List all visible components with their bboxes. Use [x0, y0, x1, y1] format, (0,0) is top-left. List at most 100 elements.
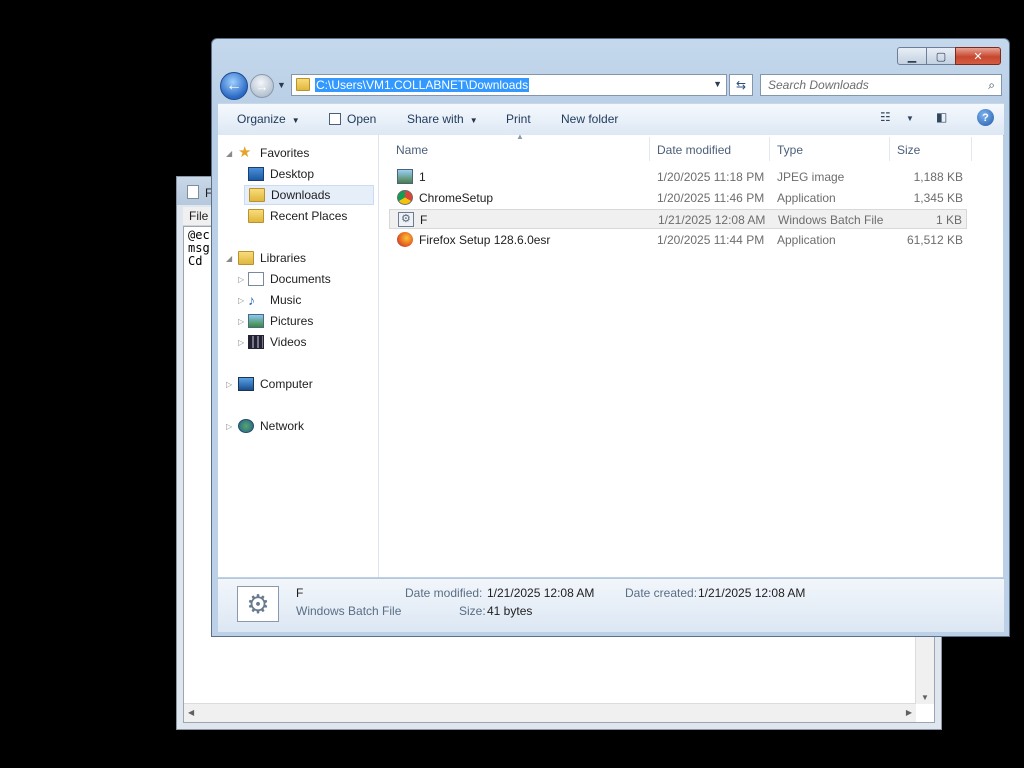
chrome-icon — [397, 190, 413, 205]
file-row[interactable]: 1 1/20/2025 11:18 PM JPEG image 1,188 KB — [389, 167, 967, 187]
chevron-down-icon: ▼ — [469, 116, 478, 125]
minimize-button[interactable]: ▁ — [897, 47, 927, 65]
column-header-size[interactable]: Size — [897, 143, 920, 157]
search-icon[interactable]: ⌕ — [988, 78, 995, 93]
new-folder-label: New folder — [561, 112, 619, 126]
share-with-button[interactable]: Share with ▼ — [407, 112, 478, 126]
nav-music[interactable]: ♪ Music — [248, 290, 301, 310]
column-divider[interactable] — [971, 137, 972, 161]
file-size: 1,188 KB — [913, 170, 963, 184]
details-file-name: F — [296, 586, 304, 600]
nav-desktop[interactable]: Desktop — [248, 164, 314, 184]
close-icon: ✕ — [973, 50, 983, 63]
change-view-icon[interactable]: ☷ — [880, 110, 891, 124]
file-size: 61,512 KB — [906, 233, 963, 247]
column-divider[interactable] — [769, 137, 770, 161]
file-name: ChromeSetup — [419, 191, 494, 205]
close-button[interactable]: ✕ — [955, 47, 1001, 65]
nav-computer[interactable]: Computer — [238, 374, 313, 394]
navigation-pane[interactable]: ◢ ★ Favorites Desktop Downloads Recent Pl… — [218, 135, 379, 577]
pictures-icon — [248, 314, 264, 328]
batch-file-thumbnail-icon: ⚙ — [237, 586, 279, 622]
desktop-icon — [248, 167, 264, 181]
notepad-horizontal-scrollbar[interactable]: ◀ ▶ — [184, 703, 916, 722]
collapse-favorites-icon[interactable]: ◢ — [226, 149, 232, 158]
sort-ascending-icon: ▲ — [516, 132, 524, 141]
address-bar[interactable]: C:\Users\VM1.COLLABNET\Downloads ▼ — [291, 74, 727, 96]
forward-button[interactable]: → — [250, 74, 274, 98]
file-type: Application — [777, 191, 836, 205]
file-date-modified: 1/20/2025 11:46 PM — [657, 191, 765, 205]
nav-favorites-label: Favorites — [260, 146, 310, 160]
file-name: Firefox Setup 128.6.0esr — [419, 233, 551, 247]
share-with-label: Share with — [407, 112, 464, 126]
batch-file-icon — [398, 212, 414, 227]
refresh-icon: ⇆ — [735, 78, 747, 92]
notepad-menu-file[interactable]: File — [189, 209, 208, 223]
libraries-icon — [238, 251, 254, 265]
expand-videos-icon[interactable]: ▷ — [238, 338, 244, 347]
details-size: 41 bytes — [487, 604, 533, 618]
nav-downloads[interactable]: Downloads — [244, 185, 374, 205]
expand-computer-icon[interactable]: ▷ — [226, 380, 232, 389]
preview-pane-icon[interactable]: ◧ — [936, 110, 947, 124]
recent-pages-dropdown-icon[interactable]: ▼ — [277, 80, 286, 90]
chevron-down-icon: ▼ — [291, 116, 300, 125]
organize-label: Organize — [237, 112, 286, 126]
nav-videos[interactable]: Videos — [248, 332, 306, 352]
nav-libraries[interactable]: Libraries — [238, 248, 306, 268]
nav-network-label: Network — [260, 419, 305, 433]
scroll-left-icon[interactable]: ◀ — [188, 708, 194, 717]
nav-pictures[interactable]: Pictures — [248, 311, 313, 331]
expand-music-icon[interactable]: ▷ — [238, 296, 244, 305]
open-button[interactable]: Open — [329, 112, 376, 126]
nav-pictures-label: Pictures — [270, 314, 314, 328]
nav-recent-places[interactable]: Recent Places — [248, 206, 347, 226]
column-divider[interactable] — [889, 137, 890, 161]
explorer-window[interactable]: ▁ ▢ ✕ ← → ▼ C:\Users\VM1.COLLABNET\Downl… — [211, 38, 1010, 637]
collapse-libraries-icon[interactable]: ◢ — [226, 254, 232, 263]
nav-downloads-label: Downloads — [271, 188, 331, 202]
scroll-right-icon[interactable]: ▶ — [906, 708, 912, 717]
file-date-modified: 1/20/2025 11:18 PM — [657, 170, 765, 184]
back-button[interactable]: ← — [220, 72, 248, 100]
nav-favorites[interactable]: ★ Favorites — [238, 143, 309, 163]
refresh-button[interactable]: ⇆ — [729, 74, 753, 96]
file-row[interactable]: F 1/21/2025 12:08 AM Windows Batch File … — [389, 209, 967, 229]
address-path[interactable]: C:\Users\VM1.COLLABNET\Downloads — [315, 78, 530, 92]
new-folder-button[interactable]: New folder — [561, 112, 618, 126]
file-row[interactable]: ChromeSetup 1/20/2025 11:46 PM Applicati… — [389, 188, 967, 208]
maximize-button[interactable]: ▢ — [926, 47, 956, 65]
documents-icon — [248, 272, 264, 286]
column-header-name[interactable]: Name — [396, 143, 428, 157]
nav-videos-label: Videos — [270, 335, 307, 349]
notepad-text: @ec msg Cd — [188, 228, 210, 268]
column-header-type[interactable]: Type — [777, 143, 803, 157]
nav-network[interactable]: Network — [238, 416, 304, 436]
scroll-down-icon[interactable]: ▼ — [921, 693, 929, 702]
column-header-date-modified[interactable]: Date modified — [657, 143, 731, 157]
organize-button[interactable]: Organize ▼ — [237, 112, 300, 126]
details-file-type: Windows Batch File — [296, 604, 402, 618]
file-row[interactable]: Firefox Setup 128.6.0esr 1/20/2025 11:44… — [389, 230, 967, 250]
firefox-icon — [397, 232, 413, 247]
expand-pictures-icon[interactable]: ▷ — [238, 317, 244, 326]
print-button[interactable]: Print — [506, 112, 531, 126]
view-options-dropdown-icon[interactable]: ▼ — [906, 114, 914, 123]
search-box[interactable]: Search Downloads ⌕ — [760, 74, 1002, 96]
file-list[interactable]: ▲ Name Date modified Type Size 1 1/20/20… — [379, 132, 1003, 577]
forward-arrow-icon: → — [255, 78, 269, 94]
column-divider[interactable] — [649, 137, 650, 161]
expand-documents-icon[interactable]: ▷ — [238, 275, 244, 284]
file-type: Application — [777, 233, 836, 247]
nav-documents[interactable]: Documents — [248, 269, 331, 289]
address-dropdown-icon[interactable]: ▼ — [713, 79, 722, 89]
open-icon — [329, 113, 341, 125]
file-type: Windows Batch File — [778, 213, 884, 227]
help-icon[interactable]: ? — [977, 109, 994, 126]
details-date-modified-label: Date modified: — [405, 586, 483, 600]
open-label: Open — [347, 112, 377, 126]
expand-network-icon[interactable]: ▷ — [226, 422, 232, 431]
nav-computer-label: Computer — [260, 377, 313, 391]
computer-icon — [238, 377, 254, 391]
